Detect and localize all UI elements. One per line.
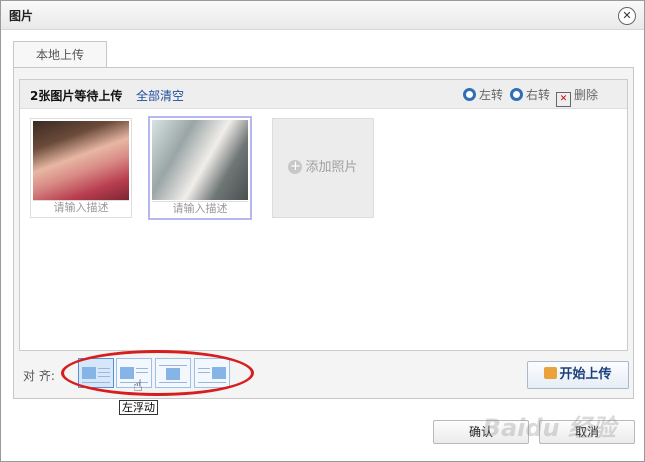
watermark: Baidu 经验 — [482, 414, 616, 442]
plus-icon: + — [288, 159, 303, 174]
description-input[interactable]: 请输入描述 — [33, 200, 129, 215]
hand-cursor-icon: ☝ — [133, 376, 143, 395]
upload-icon — [544, 367, 558, 379]
image-area: 2张图片等待上传 全部清空 左转 右转 ✕ 删除 请输入描述 请输入描述 + 添加照… — [19, 79, 628, 351]
align-label: 对 齐: — [23, 369, 55, 383]
dialog-title: 图片 — [9, 9, 34, 23]
float-left-icon[interactable] — [78, 358, 114, 388]
rotate-right-icon — [510, 88, 523, 101]
start-upload-button[interactable]: 开始上传 — [527, 361, 629, 389]
close-icon[interactable]: ✕ — [618, 7, 636, 25]
image-toolbar: 2张图片等待上传 全部清空 左转 右转 ✕ 删除 — [20, 80, 627, 109]
align-tooltip: 左浮动 — [119, 400, 158, 415]
image-thumbnail[interactable]: 请输入描述 — [30, 118, 132, 218]
delete-icon: ✕ — [556, 92, 571, 107]
start-upload-label: 开始上传 — [559, 367, 612, 382]
rotate-left-button[interactable]: 左转 — [463, 86, 503, 103]
title-bar: 图片 ✕ — [1, 1, 644, 30]
center-icon[interactable] — [155, 358, 191, 388]
rotate-left-icon — [463, 88, 476, 101]
tab-local-upload[interactable]: 本地上传 — [13, 41, 107, 68]
photo-image — [33, 121, 129, 201]
rotate-right-button[interactable]: 右转 — [510, 86, 550, 103]
rotate-left-label: 左转 — [479, 88, 504, 102]
add-photo-button[interactable]: + 添加照片 — [272, 118, 374, 218]
image-upload-dialog: 图片 ✕ 本地上传 2张图片等待上传 全部清空 左转 右转 ✕ 删除 请输入描述 … — [0, 0, 645, 462]
pending-count: 2张图片等待上传 — [30, 89, 123, 103]
add-photo-label: 添加照片 — [305, 160, 358, 175]
delete-button[interactable]: ✕ 删除 — [556, 86, 598, 107]
float-right-icon[interactable] — [194, 358, 230, 388]
delete-label: 删除 — [574, 88, 599, 102]
photo-image — [152, 120, 248, 200]
rotate-right-label: 右转 — [526, 88, 551, 102]
image-thumbnail-selected[interactable]: 请输入描述 — [148, 116, 252, 220]
description-input[interactable]: 请输入描述 — [152, 201, 248, 216]
clear-all-link[interactable]: 全部清空 — [136, 87, 184, 104]
